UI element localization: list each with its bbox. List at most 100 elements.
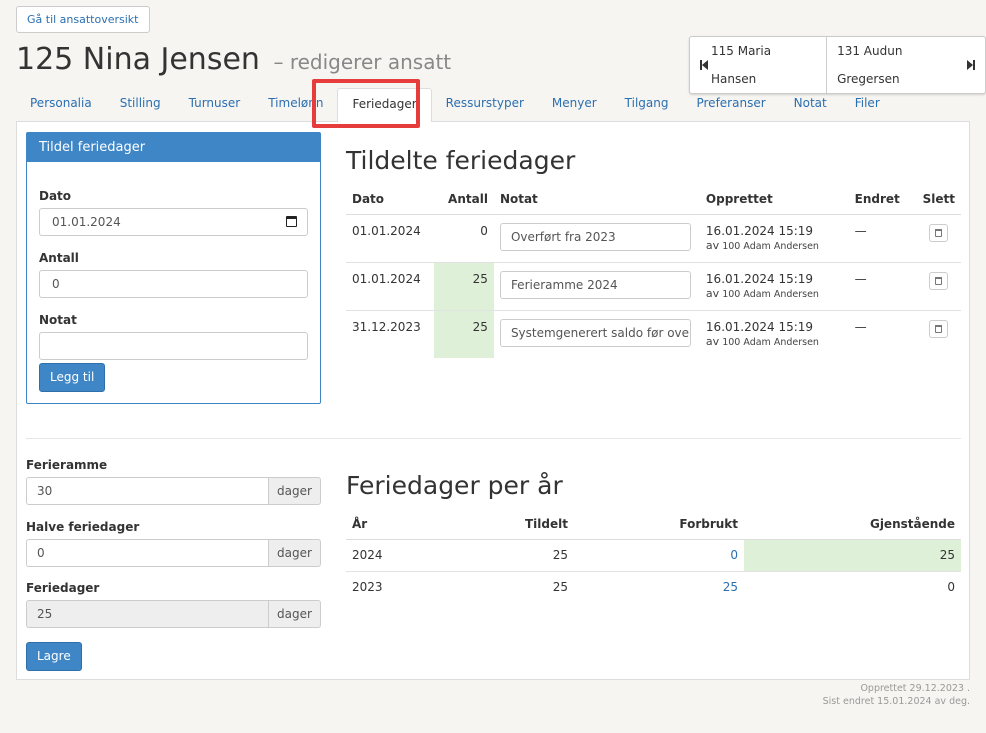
calendar-icon[interactable]: [286, 216, 297, 227]
col-date: Dato: [346, 184, 434, 215]
row-created-by: 100 Adam Andersen: [722, 336, 819, 348]
back-to-employees-button[interactable]: Gå til ansattoversikt: [16, 6, 150, 33]
row-year: 2024: [346, 538, 434, 571]
count-input[interactable]: 0: [39, 270, 308, 298]
delete-button[interactable]: [929, 271, 949, 290]
delete-button[interactable]: [929, 319, 949, 338]
date-label: Dato: [39, 189, 72, 203]
tab-notat[interactable]: Notat: [780, 88, 841, 122]
per-year-table: År Tildelt Forbrukt Gjenstående 2024 25 …: [346, 509, 961, 603]
row-av: av: [705, 334, 720, 348]
note-input[interactable]: [39, 332, 308, 360]
tab-personalia[interactable]: Personalia: [16, 88, 106, 122]
row-date: 01.01.2024: [346, 213, 434, 262]
count-label: Antall: [39, 251, 79, 265]
table-header-row: År Tildelt Forbrukt Gjenstående: [346, 509, 961, 540]
assigned-table: Dato Antall Notat Opprettet Endret Slett…: [346, 184, 961, 358]
row-created-by: 100 Adam Andersen: [722, 288, 819, 300]
row-count: 0: [433, 213, 494, 262]
row-note-cell: Overført fra 2023: [493, 213, 700, 262]
footer-changed: Sist endret 15.01.2024 av deg.: [822, 696, 970, 707]
row-given: 25: [434, 570, 574, 603]
tab-menyer[interactable]: Menyer: [538, 88, 611, 122]
per-year-section-title: Feriedager per år: [346, 471, 563, 500]
vacation-days-unit: dager: [268, 600, 321, 628]
row-count: 25: [433, 261, 494, 310]
row-created-by-line: av 100 Adam Andersen: [706, 335, 843, 348]
tab-bar: Personalia Stilling Turnuser Timelønn Fe…: [16, 88, 894, 122]
half-days-label: Halve feriedager: [26, 520, 140, 534]
footer-created: Opprettet 29.12.2023 .: [860, 683, 970, 694]
col-created: Opprettet: [699, 184, 849, 215]
tab-feriedager[interactable]: Feriedager: [337, 88, 432, 122]
row-note-cell: Ferieramme 2024: [493, 261, 700, 310]
table-row: 01.01.2024 25 Ferieramme 2024 16.01.2024…: [346, 261, 961, 310]
row-used-link[interactable]: 25: [574, 570, 744, 603]
delete-button[interactable]: [929, 223, 949, 242]
table-row: 2024 25 0 25: [346, 538, 961, 571]
add-button[interactable]: Legg til: [39, 363, 106, 392]
row-delete-cell: [916, 309, 961, 358]
col-given: Tildelt: [434, 509, 574, 540]
table-row: 2023 25 25 0: [346, 570, 961, 603]
col-year: År: [346, 509, 434, 540]
frame-input-group: 30 dager: [26, 477, 321, 505]
date-input[interactable]: 01.01.2024: [39, 208, 308, 236]
trash-icon: [935, 324, 943, 333]
vacation-days-input: 25: [26, 600, 268, 628]
date-value: 01.01.2024: [52, 215, 121, 229]
vacation-days-input-group: 25 dager: [26, 600, 321, 628]
row-av: av: [705, 238, 720, 252]
skip-forward-icon: [967, 60, 975, 70]
page-subtitle: – redigerer ansatt: [273, 50, 452, 74]
col-note: Notat: [493, 184, 700, 215]
row-created-by-line: av 100 Adam Andersen: [706, 239, 843, 252]
tab-timelonn[interactable]: Timelønn: [254, 88, 337, 122]
half-days-input[interactable]: 0: [26, 539, 268, 567]
footer-meta: Opprettet 29.12.2023 . Sist endret 15.01…: [823, 682, 970, 708]
next-employee-button[interactable]: 131 Audun Gregersen: [826, 37, 985, 93]
row-created-cell: 16.01.2024 15:19 av 100 Adam Andersen: [699, 213, 849, 262]
row-note-input[interactable]: Systemgenerert saldo før overføring: [499, 318, 691, 347]
prev-employee-label: 115 Maria Hansen: [711, 44, 772, 86]
tab-ressurstyper[interactable]: Ressurstyper: [432, 88, 538, 122]
col-changed: Endret: [848, 184, 917, 215]
assigned-section-title: Tildelte feriedager: [346, 146, 576, 175]
tab-stilling[interactable]: Stilling: [106, 88, 175, 122]
table-header-row: Dato Antall Notat Opprettet Endret Slett: [346, 184, 961, 215]
row-created-cell: 16.01.2024 15:19 av 100 Adam Andersen: [699, 261, 849, 310]
row-changed: —: [848, 213, 917, 262]
next-employee-label: 131 Audun Gregersen: [837, 44, 903, 86]
frame-label: Ferieramme: [26, 458, 108, 472]
row-av: av: [705, 286, 720, 300]
col-count: Antall: [433, 184, 494, 215]
row-delete-cell: [916, 213, 961, 262]
tab-turnuser[interactable]: Turnuser: [175, 88, 255, 122]
trash-icon: [935, 228, 943, 237]
row-created: 16.01.2024 15:19: [705, 223, 814, 238]
row-note-input[interactable]: Ferieramme 2024: [499, 270, 691, 299]
table-row: 31.12.2023 25 Systemgenerert saldo før o…: [346, 309, 961, 358]
row-remaining: 0: [744, 570, 961, 603]
tab-tilgang[interactable]: Tilgang: [611, 88, 683, 122]
frame-input[interactable]: 30: [26, 477, 268, 505]
row-used-link[interactable]: 0: [574, 538, 744, 571]
half-days-unit: dager: [268, 539, 321, 567]
note-label: Notat: [39, 313, 77, 327]
row-created: 16.01.2024 15:19: [705, 271, 814, 286]
row-changed: —: [848, 261, 917, 310]
row-date: 31.12.2023: [346, 309, 434, 358]
tab-preferanser[interactable]: Preferanser: [682, 88, 779, 122]
prev-employee-button[interactable]: 115 Maria Hansen: [690, 37, 826, 93]
col-delete: Slett: [916, 184, 961, 215]
row-note-input[interactable]: Overført fra 2023: [499, 222, 691, 251]
save-button[interactable]: Lagre: [26, 642, 82, 671]
page-title: 125 Nina Jensen – redigerer ansatt: [16, 42, 451, 77]
row-created-by: 100 Adam Andersen: [722, 240, 819, 252]
row-remaining: 25: [744, 538, 961, 571]
main-panel: Tildel feriedager Dato 01.01.2024 Antall…: [16, 121, 970, 680]
row-created-by-line: av 100 Adam Andersen: [706, 287, 843, 300]
tab-filer[interactable]: Filer: [841, 88, 894, 122]
employee-name: 125 Nina Jensen: [16, 42, 260, 77]
section-divider: [26, 438, 961, 439]
